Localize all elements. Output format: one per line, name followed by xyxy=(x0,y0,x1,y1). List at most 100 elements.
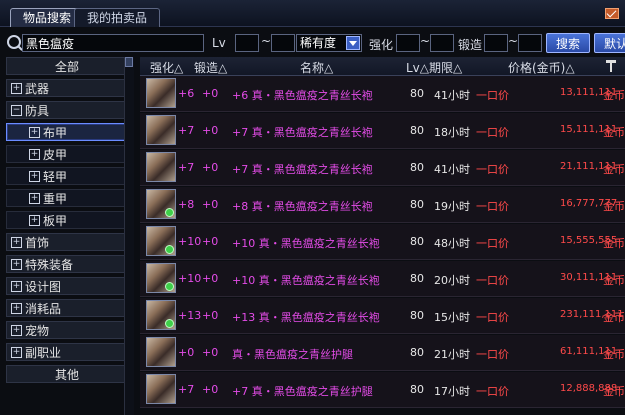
duanzao-max-input[interactable] xyxy=(518,34,542,52)
expand-icon[interactable]: + xyxy=(11,303,22,314)
table-row[interactable]: +8 +0 +8 真・黑色瘟疫之青丝长袍 80 19小时 一口价 16,777,777 金币 xyxy=(140,187,625,223)
top-tab-bar: 物品搜索 我的拍卖品 xyxy=(0,0,625,27)
sidebar-item[interactable]: + 武器 xyxy=(6,79,126,97)
sidebar-item[interactable]: + 消耗品 xyxy=(6,299,126,317)
sidebar-item-label: 全部 xyxy=(54,60,79,74)
category-sidebar: 全部 + 武器 − 防具 + 布甲 + 皮甲 + 轻甲 + 重甲 + 板甲 + 首饰 + 特殊装备 + 设计图 + 消耗品 +… xyxy=(6,57,128,415)
table-row[interactable]: +10 +0 +10 真・黑色瘟疫之青丝长袍 80 20小时 一口价 30,111,111 金… xyxy=(140,261,625,297)
tab-item-search[interactable]: 物品搜索 xyxy=(10,8,84,27)
table-row[interactable]: +7 +0 +7 真・黑色瘟疫之青丝长袍 80 41小时 一口价 21,111,111 金币 xyxy=(140,150,625,186)
cell-price: 13,111,111 xyxy=(560,87,618,98)
table-row[interactable]: +10 +0 +10 真・黑色瘟疫之青丝长袍 80 48小时 一口价 15,555,555 金… xyxy=(140,224,625,260)
expand-icon[interactable]: + xyxy=(11,325,22,336)
item-icon[interactable] xyxy=(146,226,176,256)
cell-price-type: 一口价 xyxy=(476,163,509,176)
sidebar-item[interactable]: + 副职业 xyxy=(6,343,126,361)
cell-duanzao: +0 xyxy=(202,346,219,359)
lv-label: Lv xyxy=(212,36,226,50)
sidebar-item[interactable]: + 重甲 xyxy=(6,189,126,207)
sidebar-item[interactable]: 全部 xyxy=(6,57,126,75)
sidebar-item-label: 防具 xyxy=(25,104,50,118)
cell-qianghua: +7 xyxy=(178,161,195,174)
sidebar-item[interactable]: + 设计图 xyxy=(6,277,126,295)
col-price[interactable]: 价格(金币)△ xyxy=(508,59,575,76)
hammer-icon xyxy=(606,60,616,72)
duanzao-range-separator: ~ xyxy=(508,34,519,48)
sidebar-item[interactable]: 其他 xyxy=(6,365,126,383)
cell-price-type: 一口价 xyxy=(476,348,509,361)
sidebar-item[interactable]: + 板甲 xyxy=(6,211,126,229)
cell-qianghua: +13 xyxy=(178,309,202,322)
reset-button[interactable]: 默认 xyxy=(594,33,625,53)
sidebar-item-label: 布甲 xyxy=(43,126,68,140)
col-name[interactable]: 名称△ xyxy=(300,59,333,76)
search-button[interactable]: 搜索 xyxy=(546,33,590,53)
rarity-select[interactable]: 稀有度 xyxy=(296,34,362,52)
qianghua-min-input[interactable] xyxy=(396,34,420,52)
cell-name: +10 真・黑色瘟疫之青丝长袍 xyxy=(232,237,380,250)
item-icon[interactable] xyxy=(146,78,176,108)
expand-icon[interactable]: + xyxy=(29,215,40,226)
cell-price: 15,111,111 xyxy=(560,124,618,135)
item-icon[interactable] xyxy=(146,115,176,145)
expand-icon[interactable]: + xyxy=(29,171,40,182)
sidebar-item[interactable]: + 布甲 xyxy=(6,123,126,141)
duanzao-min-input[interactable] xyxy=(484,34,508,52)
sidebar-item[interactable]: + 特殊装备 xyxy=(6,255,126,273)
expand-icon[interactable]: + xyxy=(29,149,40,160)
cell-qianghua: +0 xyxy=(178,346,195,359)
expand-icon[interactable]: + xyxy=(29,193,40,204)
qianghua-label: 强化 xyxy=(369,38,394,52)
qianghua-range-separator: ~ xyxy=(420,34,431,48)
table-row[interactable]: +0 +0 真・黑色瘟疫之青丝护腿 80 21小时 一口价 61,111,111 金币 xyxy=(140,335,625,371)
expand-icon[interactable]: + xyxy=(11,347,22,358)
item-icon[interactable] xyxy=(146,300,176,330)
expand-icon[interactable]: + xyxy=(11,83,22,94)
cell-level: 80 xyxy=(410,235,424,248)
sidebar-scrollbar[interactable] xyxy=(124,57,134,415)
sidebar-item[interactable]: − 防具 xyxy=(6,101,126,119)
cell-time-left: 41小时 xyxy=(434,163,470,176)
expand-icon[interactable]: + xyxy=(11,281,22,292)
tab-my-auctions[interactable]: 我的拍卖品 xyxy=(74,8,160,27)
item-name-input[interactable]: 黑色瘟疫 xyxy=(22,34,204,52)
qianghua-max-input[interactable] xyxy=(430,34,454,52)
cell-name: +7 真・黑色瘟疫之青丝长袍 xyxy=(232,126,373,139)
sidebar-item[interactable]: + 轻甲 xyxy=(6,167,126,185)
sidebar-item[interactable]: + 皮甲 xyxy=(6,145,126,163)
cell-price: 12,888,888 xyxy=(560,383,618,394)
item-icon[interactable] xyxy=(146,374,176,404)
expand-icon[interactable]: + xyxy=(29,127,40,138)
lv-max-input[interactable] xyxy=(271,34,295,52)
scroll-up-icon[interactable] xyxy=(125,57,133,67)
cell-time-left: 18小时 xyxy=(434,126,470,139)
cell-currency: 金币 xyxy=(603,237,625,250)
chevron-down-icon[interactable] xyxy=(346,36,360,50)
cell-price: 30,111,111 xyxy=(560,272,618,283)
item-icon[interactable] xyxy=(146,263,176,293)
collapse-icon[interactable]: − xyxy=(11,105,22,116)
table-row[interactable]: +7 +0 +7 真・黑色瘟疫之青丝长袍 80 18小时 一口价 15,111,111 金币 xyxy=(140,113,625,149)
cell-level: 80 xyxy=(410,346,424,359)
item-icon[interactable] xyxy=(146,189,176,219)
table-row[interactable]: +13 +0 +13 真・黑色瘟疫之青丝长袍 80 15小时 一口价 231,111,111… xyxy=(140,298,625,334)
sidebar-item[interactable]: + 宠物 xyxy=(6,321,126,339)
item-icon[interactable] xyxy=(146,337,176,367)
mail-icon[interactable] xyxy=(605,8,619,19)
col-qianghua[interactable]: 强化△ xyxy=(150,59,183,76)
table-row[interactable]: +6 +0 +6 真・黑色瘟疫之青丝长袍 80 41小时 一口价 13,111,111 金币 xyxy=(140,76,625,112)
sidebar-item[interactable]: + 首饰 xyxy=(6,233,126,251)
expand-icon[interactable]: + xyxy=(11,259,22,270)
cell-currency: 金币 xyxy=(603,348,625,361)
col-duanzao[interactable]: 锻造△ xyxy=(194,59,227,76)
cell-price-type: 一口价 xyxy=(476,274,509,287)
lv-range-separator: ~ xyxy=(261,34,272,48)
table-row[interactable]: +7 +0 +7 真・黑色瘟疫之青丝护腿 80 17小时 一口价 12,888,888 金币 xyxy=(140,372,625,408)
col-lv-time[interactable]: Lv△期限△ xyxy=(406,59,462,76)
cell-name: +7 真・黑色瘟疫之青丝长袍 xyxy=(232,163,373,176)
item-icon[interactable] xyxy=(146,152,176,182)
expand-icon[interactable]: + xyxy=(11,237,22,248)
lv-min-input[interactable] xyxy=(235,34,259,52)
cell-qianghua: +10 xyxy=(178,272,202,285)
cell-duanzao: +0 xyxy=(202,383,219,396)
